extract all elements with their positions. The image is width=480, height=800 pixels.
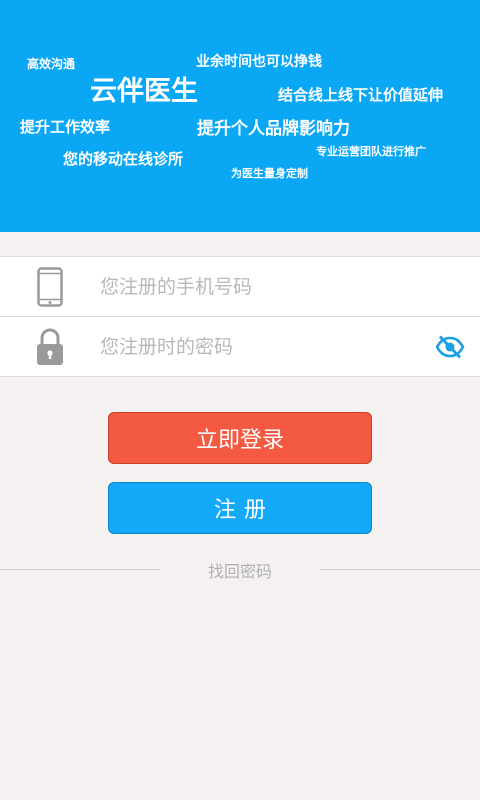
login-button[interactable]: 立即登录 [108,412,372,464]
password-row [0,316,480,376]
phone-row [0,257,480,316]
lock-icon [0,317,100,376]
slogan-online-offline: 结合线上线下让价值延伸 [278,86,444,104]
slogan-efficient-communication: 高效沟通 [27,57,76,71]
forgot-password-link[interactable]: 找回密码 [160,558,320,582]
slogan-spare-time-earn: 业余时间也可以挣钱 [196,54,322,70]
divider-right [320,569,480,570]
app-title: 云伴医生 [90,76,198,107]
password-input[interactable] [100,326,420,367]
header-banner: 高效沟通 业余时间也可以挣钱 云伴医生 结合线上线下让价值延伸 提升工作效率 提… [0,0,480,232]
slogan-work-efficiency: 提升工作效率 [20,118,111,136]
register-button[interactable]: 注册 [108,482,372,534]
phone-icon [0,257,100,316]
slogan-tailor-made: 为医生量身定制 [231,167,308,180]
login-form [0,256,480,377]
divider-left [0,569,160,570]
slogan-personal-brand: 提升个人品牌影响力 [197,119,350,139]
slogan-promotion-team: 专业运营团队进行推广 [316,145,426,158]
slogan-mobile-clinic: 您的移动在线诊所 [63,150,184,168]
phone-input[interactable] [100,266,480,307]
eye-off-icon[interactable] [420,317,480,376]
